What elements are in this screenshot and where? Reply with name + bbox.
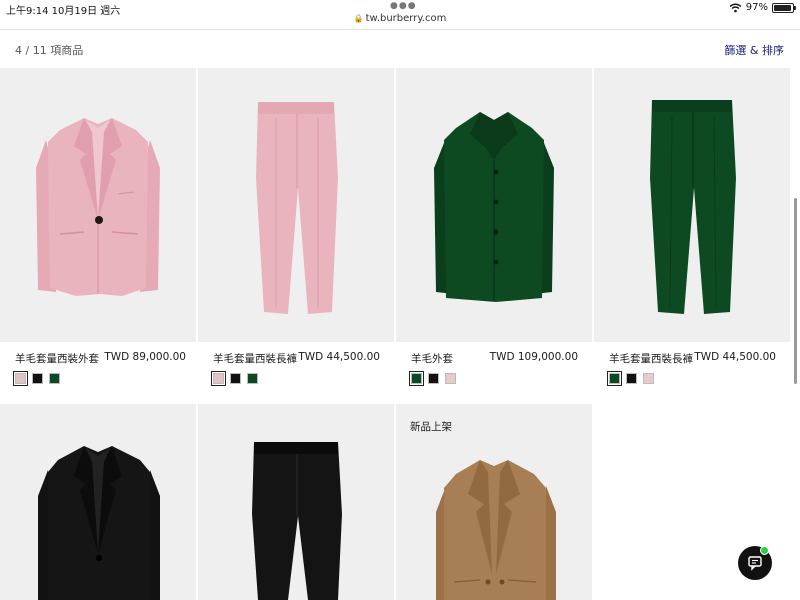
swatch-green[interactable]	[409, 371, 424, 386]
page-scrollbar[interactable]	[794, 198, 797, 384]
header-divider	[0, 29, 800, 30]
swatch-pink[interactable]	[643, 373, 654, 384]
product-image-black-trousers[interactable]	[198, 404, 394, 600]
chat-icon	[748, 556, 762, 571]
swatch-pink[interactable]	[445, 373, 456, 384]
filter-sort-button[interactable]: 篩選 & 排序	[724, 42, 784, 58]
color-swatches	[607, 371, 654, 386]
url-bar[interactable]: 🔒 tw.burberry.com	[0, 13, 800, 24]
color-swatches	[13, 371, 60, 386]
swatch-black[interactable]	[626, 373, 637, 384]
battery-percent: 97%	[745, 2, 768, 13]
url-text: tw.burberry.com	[365, 13, 447, 24]
swatch-black[interactable]	[32, 373, 43, 384]
results-count: 4 / 11 項商品	[15, 44, 84, 57]
product-name[interactable]: 羊毛套量西裝外套	[15, 351, 99, 366]
status-indicators: 97%	[729, 2, 796, 13]
product-image-green-trousers[interactable]	[594, 68, 790, 342]
product-name[interactable]: 羊毛套量西裝長褲	[609, 351, 693, 366]
product-image-black-blazer[interactable]	[0, 404, 196, 600]
lock-icon: 🔒	[353, 14, 364, 23]
product-image-green-coat[interactable]	[396, 68, 592, 342]
swatch-pink[interactable]	[211, 371, 226, 386]
swatch-green[interactable]	[49, 373, 60, 384]
more-dots-icon[interactable]: ●●●	[390, 1, 417, 11]
status-bar: 上午9:14 10月19日 週六 ●●● 97% 🔒 tw.burberry.co…	[0, 0, 800, 30]
online-status-dot	[760, 546, 769, 555]
swatch-green[interactable]	[607, 371, 622, 386]
product-price: TWD 109,000.00	[489, 351, 578, 363]
product-listing-page: 上午9:14 10月19日 週六 ●●● 97% 🔒 tw.burberry.co…	[0, 0, 800, 600]
swatch-black[interactable]	[230, 373, 241, 384]
product-image-pink-trousers[interactable]	[198, 68, 394, 342]
battery-fill	[774, 4, 791, 11]
product-image-pink-blazer[interactable]	[0, 68, 196, 342]
color-swatches	[409, 371, 456, 386]
product-price: TWD 44,500.00	[694, 351, 776, 363]
product-price: TWD 89,000.00	[104, 351, 186, 363]
new-arrival-badge: 新品上架	[410, 421, 452, 433]
color-swatches	[211, 371, 258, 386]
product-image-camel-blazer[interactable]: 新品上架	[396, 404, 592, 600]
wifi-icon	[729, 3, 742, 12]
product-name[interactable]: 羊毛套量西裝長褲	[213, 351, 297, 366]
product-name[interactable]: 羊毛外套	[411, 351, 453, 366]
battery-icon	[772, 2, 796, 13]
product-price: TWD 44,500.00	[298, 351, 380, 363]
swatch-pink[interactable]	[13, 371, 28, 386]
swatch-green[interactable]	[247, 373, 258, 384]
swatch-black[interactable]	[428, 373, 439, 384]
